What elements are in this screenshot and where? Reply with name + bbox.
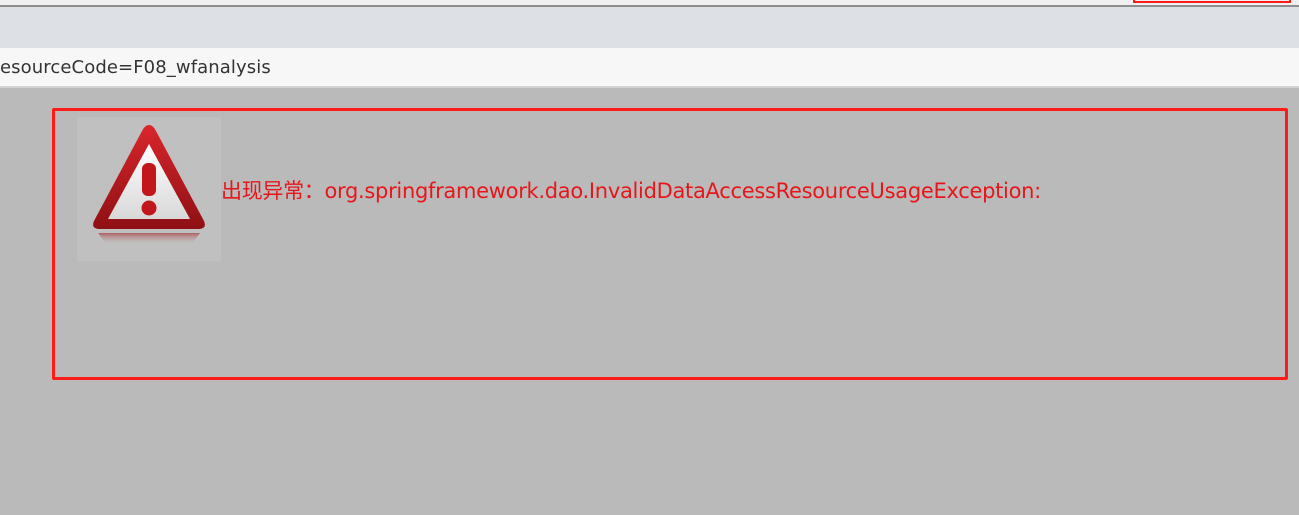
highlight-box-corner (1133, 0, 1291, 3)
error-highlight-box: 出现异常：org.springframework.dao.InvalidData… (52, 108, 1288, 380)
address-bar[interactable]: esourceCode=F08_wfanalysis (0, 48, 1299, 88)
warning-triangle-icon-svg (93, 125, 205, 245)
tab-bar (0, 7, 1299, 49)
window-top-edge (0, 0, 1299, 7)
error-prefix: 出现异常： (221, 179, 325, 203)
page-content: 出现异常：org.springframework.dao.InvalidData… (0, 88, 1299, 515)
address-url-text[interactable]: esourceCode=F08_wfanalysis (0, 57, 271, 78)
warning-triangle-icon (77, 117, 221, 261)
error-message: 出现异常：org.springframework.dao.InvalidData… (221, 175, 1041, 205)
exception-name: org.springframework.dao.InvalidDataAcces… (324, 179, 1042, 203)
